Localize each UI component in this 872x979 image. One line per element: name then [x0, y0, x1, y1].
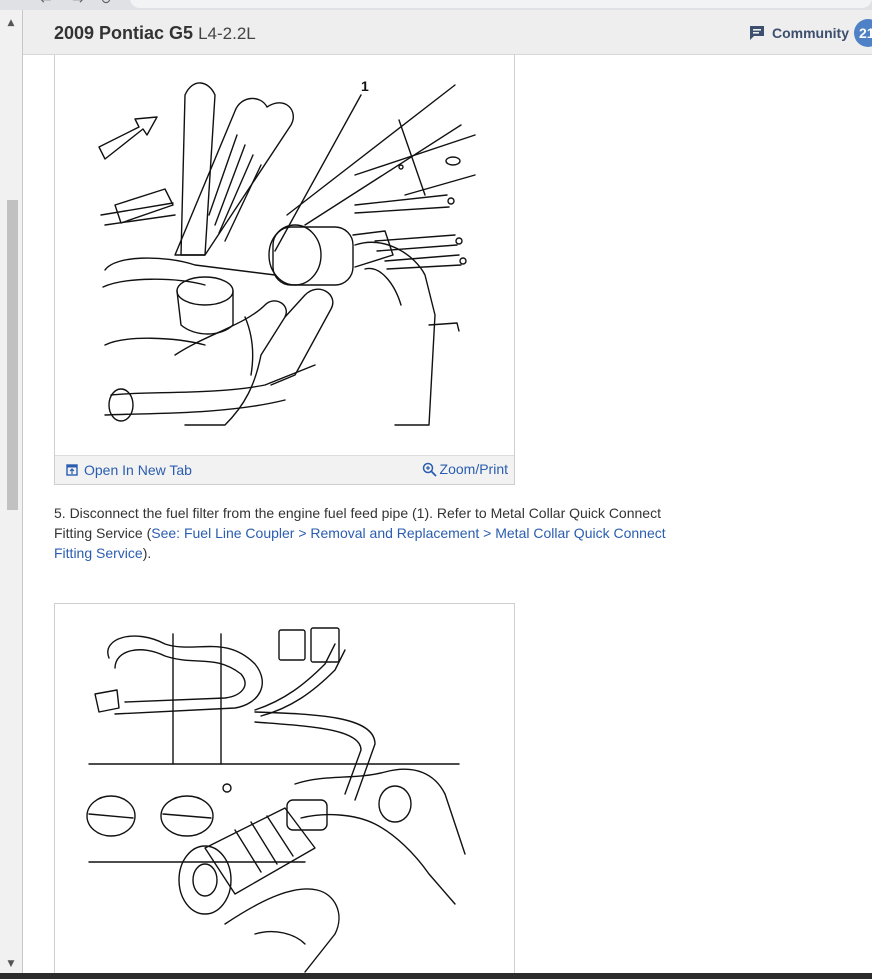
scroll-down-icon[interactable]: ▼	[4, 957, 18, 971]
vehicle-header: 2009 Pontiac G5 L4-2.2L Community 21	[23, 10, 872, 55]
step-5-instruction: 5. Disconnect the fuel filter from the e…	[54, 503, 694, 563]
figure-toolbar: Open In New Tab Zoom/Print	[55, 455, 514, 484]
direction-arrow-shape	[98, 116, 158, 160]
forward-icon[interactable]: →	[72, 0, 84, 8]
back-icon[interactable]: ←	[40, 0, 52, 8]
engine-label: L4-2.2L	[198, 24, 256, 43]
page-title: 2009 Pontiac G5 L4-2.2L	[54, 23, 256, 44]
open-in-new-tab-label: Open In New Tab	[84, 462, 192, 478]
vertical-scrollbar[interactable]: ▲ ▼	[0, 10, 23, 973]
community-label: Community	[772, 25, 849, 41]
reload-icon[interactable]: ↻	[100, 0, 112, 8]
fuel-filter-illustration: 1	[98, 78, 476, 426]
community-count-badge: 21	[854, 19, 872, 47]
figure-fuel-filter-removal: 1 Open In New Tab Zoom/Print	[54, 55, 515, 485]
fuel-filter-disconnect-illustration	[86, 627, 466, 973]
vehicle-name: 2009 Pontiac G5	[54, 23, 194, 43]
scroll-up-icon[interactable]: ▲	[4, 16, 18, 30]
address-bar[interactable]	[130, 0, 872, 8]
community-button[interactable]: Community 21	[748, 19, 872, 47]
figure-fuel-filter-disconnect	[54, 603, 515, 975]
step-5-closing: ).	[142, 545, 152, 561]
zoom-print-link[interactable]: Zoom/Print	[422, 461, 508, 477]
open-in-new-tab-link[interactable]: Open In New Tab	[66, 462, 192, 478]
chat-bubble-icon	[750, 26, 764, 40]
page: ← → ↻ ▲ ▼ 2009 Pontiac G5 L4-2.2L Communi…	[0, 0, 872, 979]
taskbar-edge	[0, 973, 872, 979]
browser-toolbar: ← → ↻	[0, 0, 872, 10]
zoom-print-label: Zoom/Print	[439, 461, 508, 477]
open-in-new-tab-icon	[66, 464, 78, 476]
callout-number: 1	[361, 78, 369, 94]
magnifier-zoom-icon	[422, 462, 437, 477]
scrollbar-thumb[interactable]	[7, 200, 18, 510]
